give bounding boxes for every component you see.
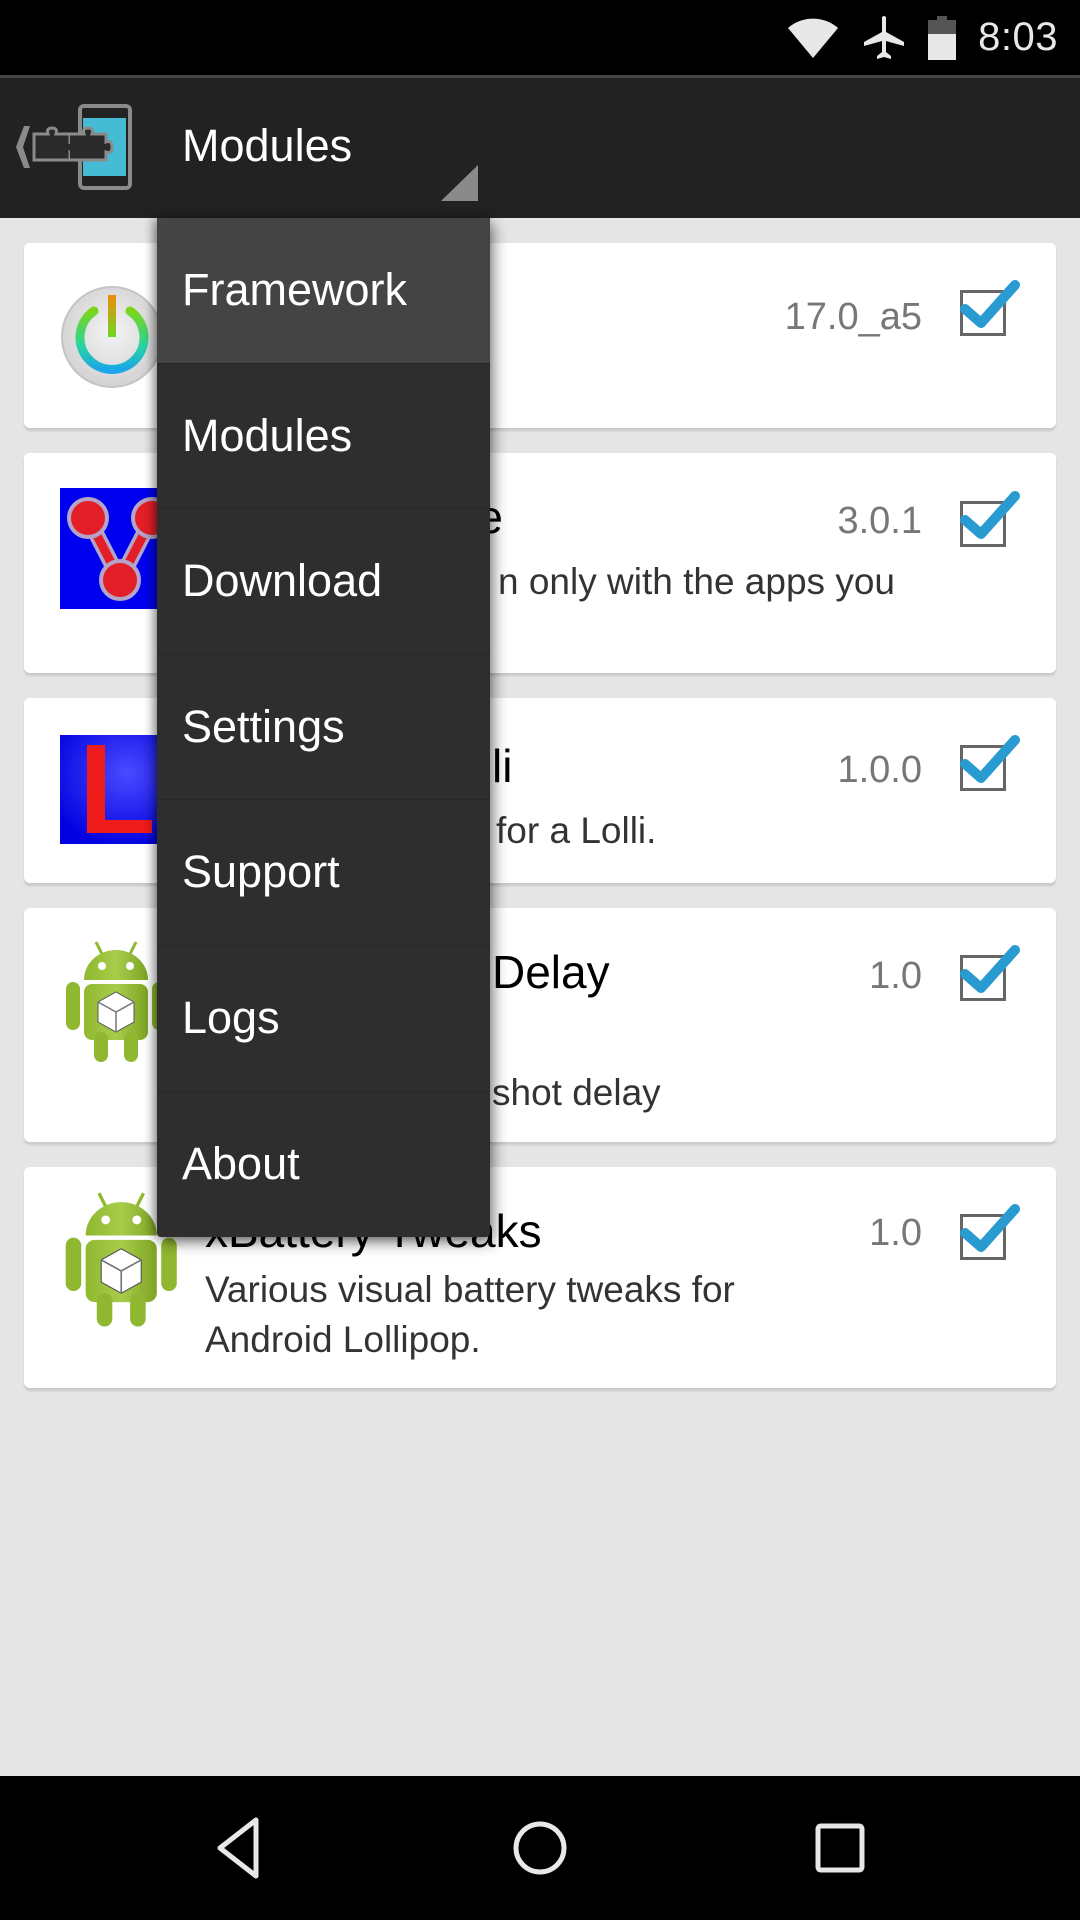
module-title: Delay: [492, 946, 610, 998]
page-title[interactable]: Modules: [182, 118, 352, 174]
menu-item-modules[interactable]: Modules: [157, 364, 490, 510]
module-version: 1.0: [869, 1212, 922, 1254]
module-version: 1.0.0: [837, 749, 922, 791]
module-enable-checkbox[interactable]: [960, 735, 1020, 791]
module-version: 1.0: [869, 955, 922, 997]
checkmark-icon: [960, 491, 1020, 539]
system-navigation-bar: [0, 1776, 1080, 1920]
module-enable-checkbox[interactable]: [960, 945, 1020, 1001]
menu-item-download[interactable]: Download: [157, 509, 490, 655]
home-icon[interactable]: [504, 1812, 576, 1884]
menu-item-settings[interactable]: Settings: [157, 655, 490, 801]
module-version: 17.0_a5: [784, 296, 922, 338]
checkmark-icon: [960, 945, 1020, 993]
menu-item-label: Logs: [182, 991, 280, 1043]
status-bar: 8:03: [0, 0, 1080, 78]
recents-icon[interactable]: [804, 1812, 876, 1884]
wifi-icon: [788, 18, 839, 58]
power-button-icon: [61, 286, 163, 388]
module-description: for a Lolli.: [496, 810, 657, 851]
menu-item-label: Download: [182, 555, 383, 607]
module-description: n only with the apps you: [498, 561, 895, 602]
module-version: 3.0.1: [837, 500, 922, 542]
module-enable-checkbox[interactable]: [960, 491, 1020, 547]
menu-item-label: Modules: [182, 409, 353, 461]
menu-item-label: About: [182, 1137, 300, 1189]
android-package-icon: [66, 941, 164, 1062]
action-bar: Modules: [0, 78, 1080, 218]
module-description: Various visual battery tweaks for Androi…: [205, 1269, 735, 1360]
navigation-dropdown-menu: Framework Modules Download Settings Supp…: [157, 218, 490, 1237]
airplane-mode-icon: [864, 15, 905, 59]
menu-item-support[interactable]: Support: [157, 800, 490, 946]
menu-item-label: Support: [182, 846, 340, 898]
module-title: li: [492, 740, 513, 792]
checkmark-icon: [960, 735, 1020, 783]
xposed-puzzle-icon[interactable]: [10, 104, 134, 190]
menu-item-logs[interactable]: Logs: [157, 946, 490, 1092]
back-icon[interactable]: [204, 1812, 276, 1884]
menu-item-label: Settings: [182, 700, 345, 752]
module-enable-checkbox[interactable]: [960, 280, 1020, 336]
checkmark-icon: [960, 280, 1020, 328]
checkmark-icon: [960, 1204, 1020, 1252]
battery-icon: [928, 15, 957, 60]
module-enable-checkbox[interactable]: [960, 1204, 1020, 1260]
menu-item-about[interactable]: About: [157, 1092, 490, 1237]
menu-item-framework[interactable]: Framework: [157, 218, 490, 364]
clock: 8:03: [978, 15, 1058, 59]
dropdown-triangle-icon[interactable]: [441, 165, 478, 201]
menu-item-label: Framework: [182, 264, 408, 315]
module-description: shot delay: [492, 1072, 661, 1113]
